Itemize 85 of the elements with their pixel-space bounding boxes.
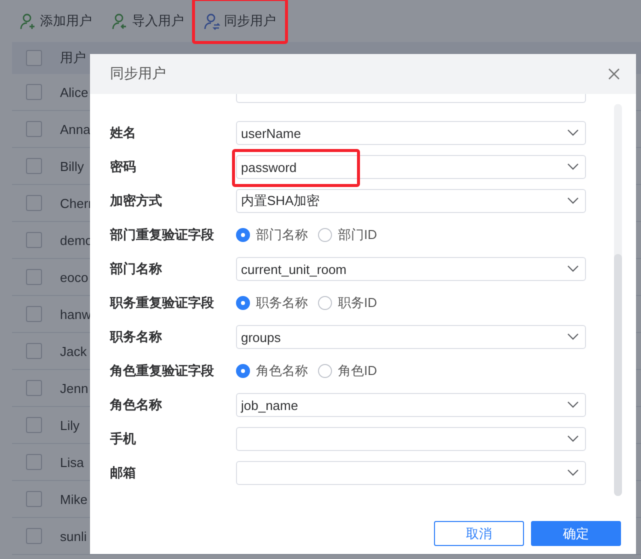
user-swap-icon (204, 12, 220, 30)
field-label: 部门名称 (110, 260, 163, 278)
user-plus-icon (20, 12, 36, 30)
scrollbar-thumb[interactable] (614, 254, 622, 496)
select-field[interactable]: 内置SHA加密 (236, 189, 586, 213)
table-cell: Lily (60, 418, 80, 432)
radio-label: 角色名称 (256, 362, 308, 380)
select-field[interactable]: password (236, 155, 586, 179)
field-label: 角色名称 (110, 396, 163, 414)
checkbox[interactable] (26, 269, 42, 285)
table-cell: eoco (60, 270, 88, 284)
radio-button[interactable] (236, 228, 250, 242)
select-field[interactable]: current_unit_room (236, 257, 586, 281)
table-cell: Cherr (60, 196, 93, 210)
table-cell: Lisa (60, 454, 84, 470)
toolbar-button[interactable]: 同步用户 (196, 6, 284, 36)
select-value: job_name (241, 398, 298, 412)
chevron-down-icon (567, 333, 579, 341)
close-button[interactable] (608, 68, 620, 80)
dialog-title: 同步用户 (110, 65, 166, 83)
select-value: password (241, 160, 297, 174)
checkbox[interactable] (26, 50, 42, 66)
checkbox[interactable] (26, 454, 42, 470)
table-cell: Anna (60, 122, 90, 136)
radio-button[interactable] (236, 364, 250, 378)
checkbox[interactable] (26, 417, 42, 433)
checkbox[interactable] (26, 195, 42, 211)
radio-label: 职务ID (338, 294, 377, 312)
table-cell: sunli (60, 528, 87, 544)
table-cell: Alice (60, 84, 88, 100)
table-cell: Mike (60, 492, 88, 506)
select-field[interactable] (236, 94, 586, 103)
chevron-down-icon (567, 469, 579, 477)
field-label: 手机 (110, 430, 137, 448)
field-label: 加密方式 (110, 192, 163, 210)
select-field[interactable]: groups (236, 325, 586, 349)
select-value: 内置SHA加密 (241, 192, 320, 210)
column-header: 用户 (60, 49, 86, 67)
toolbar-button[interactable]: 导入用户 (104, 6, 192, 36)
field-label: 密码 (110, 158, 137, 176)
checkbox[interactable] (26, 491, 42, 507)
chevron-down-icon (567, 129, 579, 137)
chevron-down-icon (567, 401, 579, 409)
field-label: 职务重复验证字段 (110, 294, 215, 312)
checkbox[interactable] (26, 121, 42, 137)
select-value: groups (241, 330, 281, 344)
checkbox[interactable] (26, 528, 42, 544)
radio-label: 部门ID (338, 226, 377, 244)
field-label: 部门重复验证字段 (110, 226, 215, 244)
chevron-down-icon (567, 197, 579, 205)
chevron-down-icon (567, 163, 579, 171)
select-value: userName (241, 126, 301, 140)
table-cell: Billy (60, 158, 84, 174)
field-label: 角色重复验证字段 (110, 362, 215, 380)
table-cell: hanw (60, 306, 92, 322)
checkbox[interactable] (26, 232, 42, 248)
radio-label: 职务名称 (256, 294, 308, 312)
close-icon (608, 68, 620, 80)
cancel-button[interactable]: 取消 (434, 521, 524, 546)
chevron-down-icon (567, 435, 579, 443)
radio-label: 部门名称 (256, 226, 308, 244)
radio-button[interactable] (318, 296, 332, 310)
radio-label: 角色ID (338, 362, 377, 380)
table-cell: Jack (60, 344, 87, 358)
checkbox[interactable] (26, 84, 42, 100)
radio-button[interactable] (318, 228, 332, 242)
radio-button[interactable] (318, 364, 332, 378)
checkbox[interactable] (26, 380, 42, 396)
select-field[interactable]: job_name (236, 393, 586, 417)
field-label: 姓名 (110, 124, 137, 142)
field-label: 职务名称 (110, 328, 163, 346)
confirm-button[interactable]: 确定 (531, 521, 621, 546)
radio-button[interactable] (236, 296, 250, 310)
select-field[interactable] (236, 461, 586, 485)
checkbox[interactable] (26, 343, 42, 359)
checkbox[interactable] (26, 306, 42, 322)
checkbox[interactable] (26, 158, 42, 174)
user-arrow-icon (112, 12, 128, 30)
table-cell: Jenn (60, 380, 88, 396)
select-value: current_unit_room (241, 262, 346, 276)
chevron-down-icon (567, 265, 579, 273)
toolbar-button[interactable]: 添加用户 (12, 6, 100, 36)
field-label: 邮箱 (110, 464, 137, 482)
select-field[interactable] (236, 427, 586, 451)
select-field[interactable]: userName (236, 121, 586, 145)
